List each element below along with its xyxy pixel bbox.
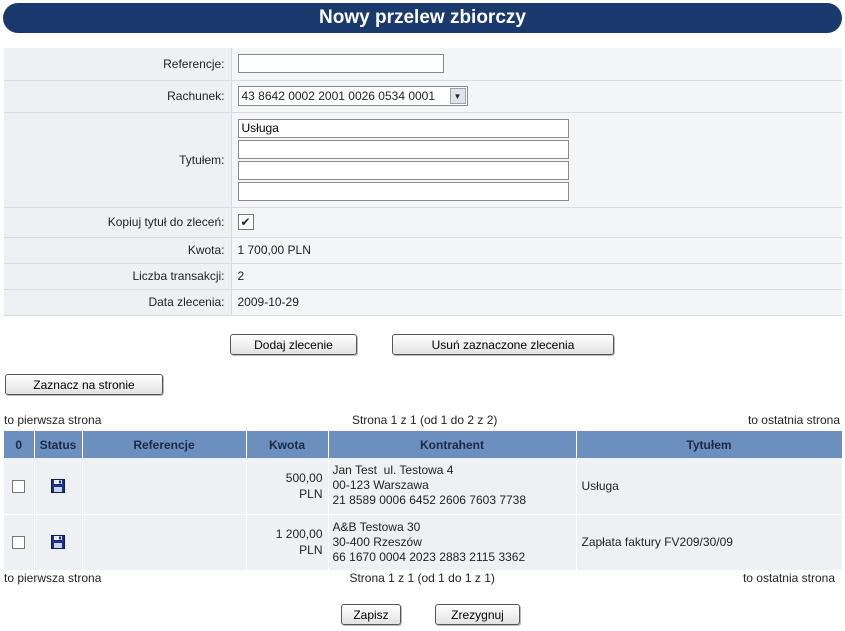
kopiuj-checkbox[interactable]: ✔ <box>237 214 254 230</box>
rachunek-selected-value: 43 8642 0002 2001 0026 0534 0001 <box>241 89 436 103</box>
kwota-label: Kwota: <box>4 237 232 264</box>
liczba-value: 2 <box>231 263 842 290</box>
row-kwota-currency: PLN <box>299 486 323 501</box>
pagination-top: to pierwsza strona Strona 1 z 1 (od 1 do… <box>4 413 840 429</box>
kwota-value: 1 700,00 PLN <box>231 237 842 264</box>
rachunek-label: Rachunek: <box>4 80 232 113</box>
rachunek-select[interactable]: 43 8642 0002 2001 0026 0534 0001 ▼ <box>237 86 468 106</box>
last-page-link[interactable]: to ostatnia strona <box>748 413 840 429</box>
row-referencje <box>82 458 247 515</box>
transfer-form: Referencje: Rachunek: 43 8642 0002 2001 … <box>4 48 842 316</box>
col-header-select[interactable]: 0 <box>4 431 35 458</box>
remove-selected-button[interactable]: Usuń zaznaczone zlecenia <box>392 334 614 355</box>
row-kontrahent-name: A&B Testowa 30 <box>332 519 421 534</box>
row-kwota-amount: 1 200,00 <box>275 527 323 541</box>
pagination-bottom: to pierwsza strona Strona 1 z 1 (od 1 do… <box>4 571 835 587</box>
row-kwota-amount: 500,00 <box>285 470 323 485</box>
col-header-kwota: Kwota <box>246 431 329 458</box>
page-title: Nowy przelew zbiorczy <box>3 3 842 33</box>
referencje-label: Referencje: <box>4 48 232 81</box>
tytulem-line-1[interactable] <box>237 118 569 138</box>
row-checkbox[interactable] <box>12 536 26 550</box>
tytulem-line-2[interactable] <box>237 139 569 159</box>
add-order-button[interactable]: Dodaj zlecenie <box>230 334 357 355</box>
col-header-tytulem: Tytułem <box>576 431 843 458</box>
row-tytulem: Usługa <box>576 458 843 515</box>
mark-page-button[interactable]: Zaznacz na stronie <box>5 374 163 395</box>
floppy-disk-icon[interactable] <box>51 479 65 494</box>
data-label: Data zlecenia: <box>4 289 232 316</box>
row-kontrahent-account: 66 1670 0004 2023 2883 2115 3362 <box>332 549 526 564</box>
page-info: Strona 1 z 1 (od 1 do 2 z 2) <box>351 413 498 427</box>
data-value: 2009-10-29 <box>231 289 842 316</box>
cancel-button[interactable]: Zrezygnuj <box>435 604 520 625</box>
kopiuj-label: Kopiuj tytuł do zleceń: <box>4 207 232 238</box>
col-header-kontrahent: Kontrahent <box>328 431 577 458</box>
row-referencje <box>82 514 247 571</box>
table-row: 1 200,00 PLN A&B Testowa 30 30-400 Rzeszó… <box>4 514 843 571</box>
col-header-referencje: Referencje <box>82 431 247 458</box>
col-header-status: Status <box>34 431 83 458</box>
row-kontrahent-city: 00-123 Warszawa <box>332 478 429 493</box>
last-page-link[interactable]: to ostatnia strona <box>743 571 835 587</box>
floppy-disk-icon[interactable] <box>51 535 65 550</box>
row-tytulem: Zapłata faktury FV209/30/09 <box>576 514 843 571</box>
chevron-down-icon[interactable]: ▼ <box>449 88 466 104</box>
page-info: Strona 1 z 1 (od 1 do 1 z 1) <box>349 571 495 585</box>
row-checkbox[interactable] <box>12 479 26 493</box>
tytulem-line-4[interactable] <box>237 181 569 201</box>
liczba-label: Liczba transakcji: <box>4 263 232 290</box>
row-kontrahent-city: 30-400 Rzeszów <box>332 534 422 549</box>
row-kontrahent-account: 21 8589 0006 6452 2606 7603 7738 <box>332 493 527 508</box>
tytulem-label: Tytułem: <box>4 112 232 208</box>
table-row: 500,00 PLN Jan Test ul. Testowa 4 00-123 … <box>4 458 843 515</box>
first-page-link[interactable]: to pierwsza strona <box>4 571 101 587</box>
orders-table: 0 Status Referencje Kwota Kontrahent Tyt… <box>4 431 843 571</box>
first-page-link[interactable]: to pierwsza strona <box>4 413 101 429</box>
row-kwota-currency: PLN <box>299 543 323 557</box>
save-button[interactable]: Zapisz <box>341 604 401 625</box>
tytulem-line-3[interactable] <box>237 160 569 180</box>
row-kontrahent-name: Jan Test ul. Testowa 4 <box>332 463 454 478</box>
referencje-input[interactable] <box>237 54 444 74</box>
